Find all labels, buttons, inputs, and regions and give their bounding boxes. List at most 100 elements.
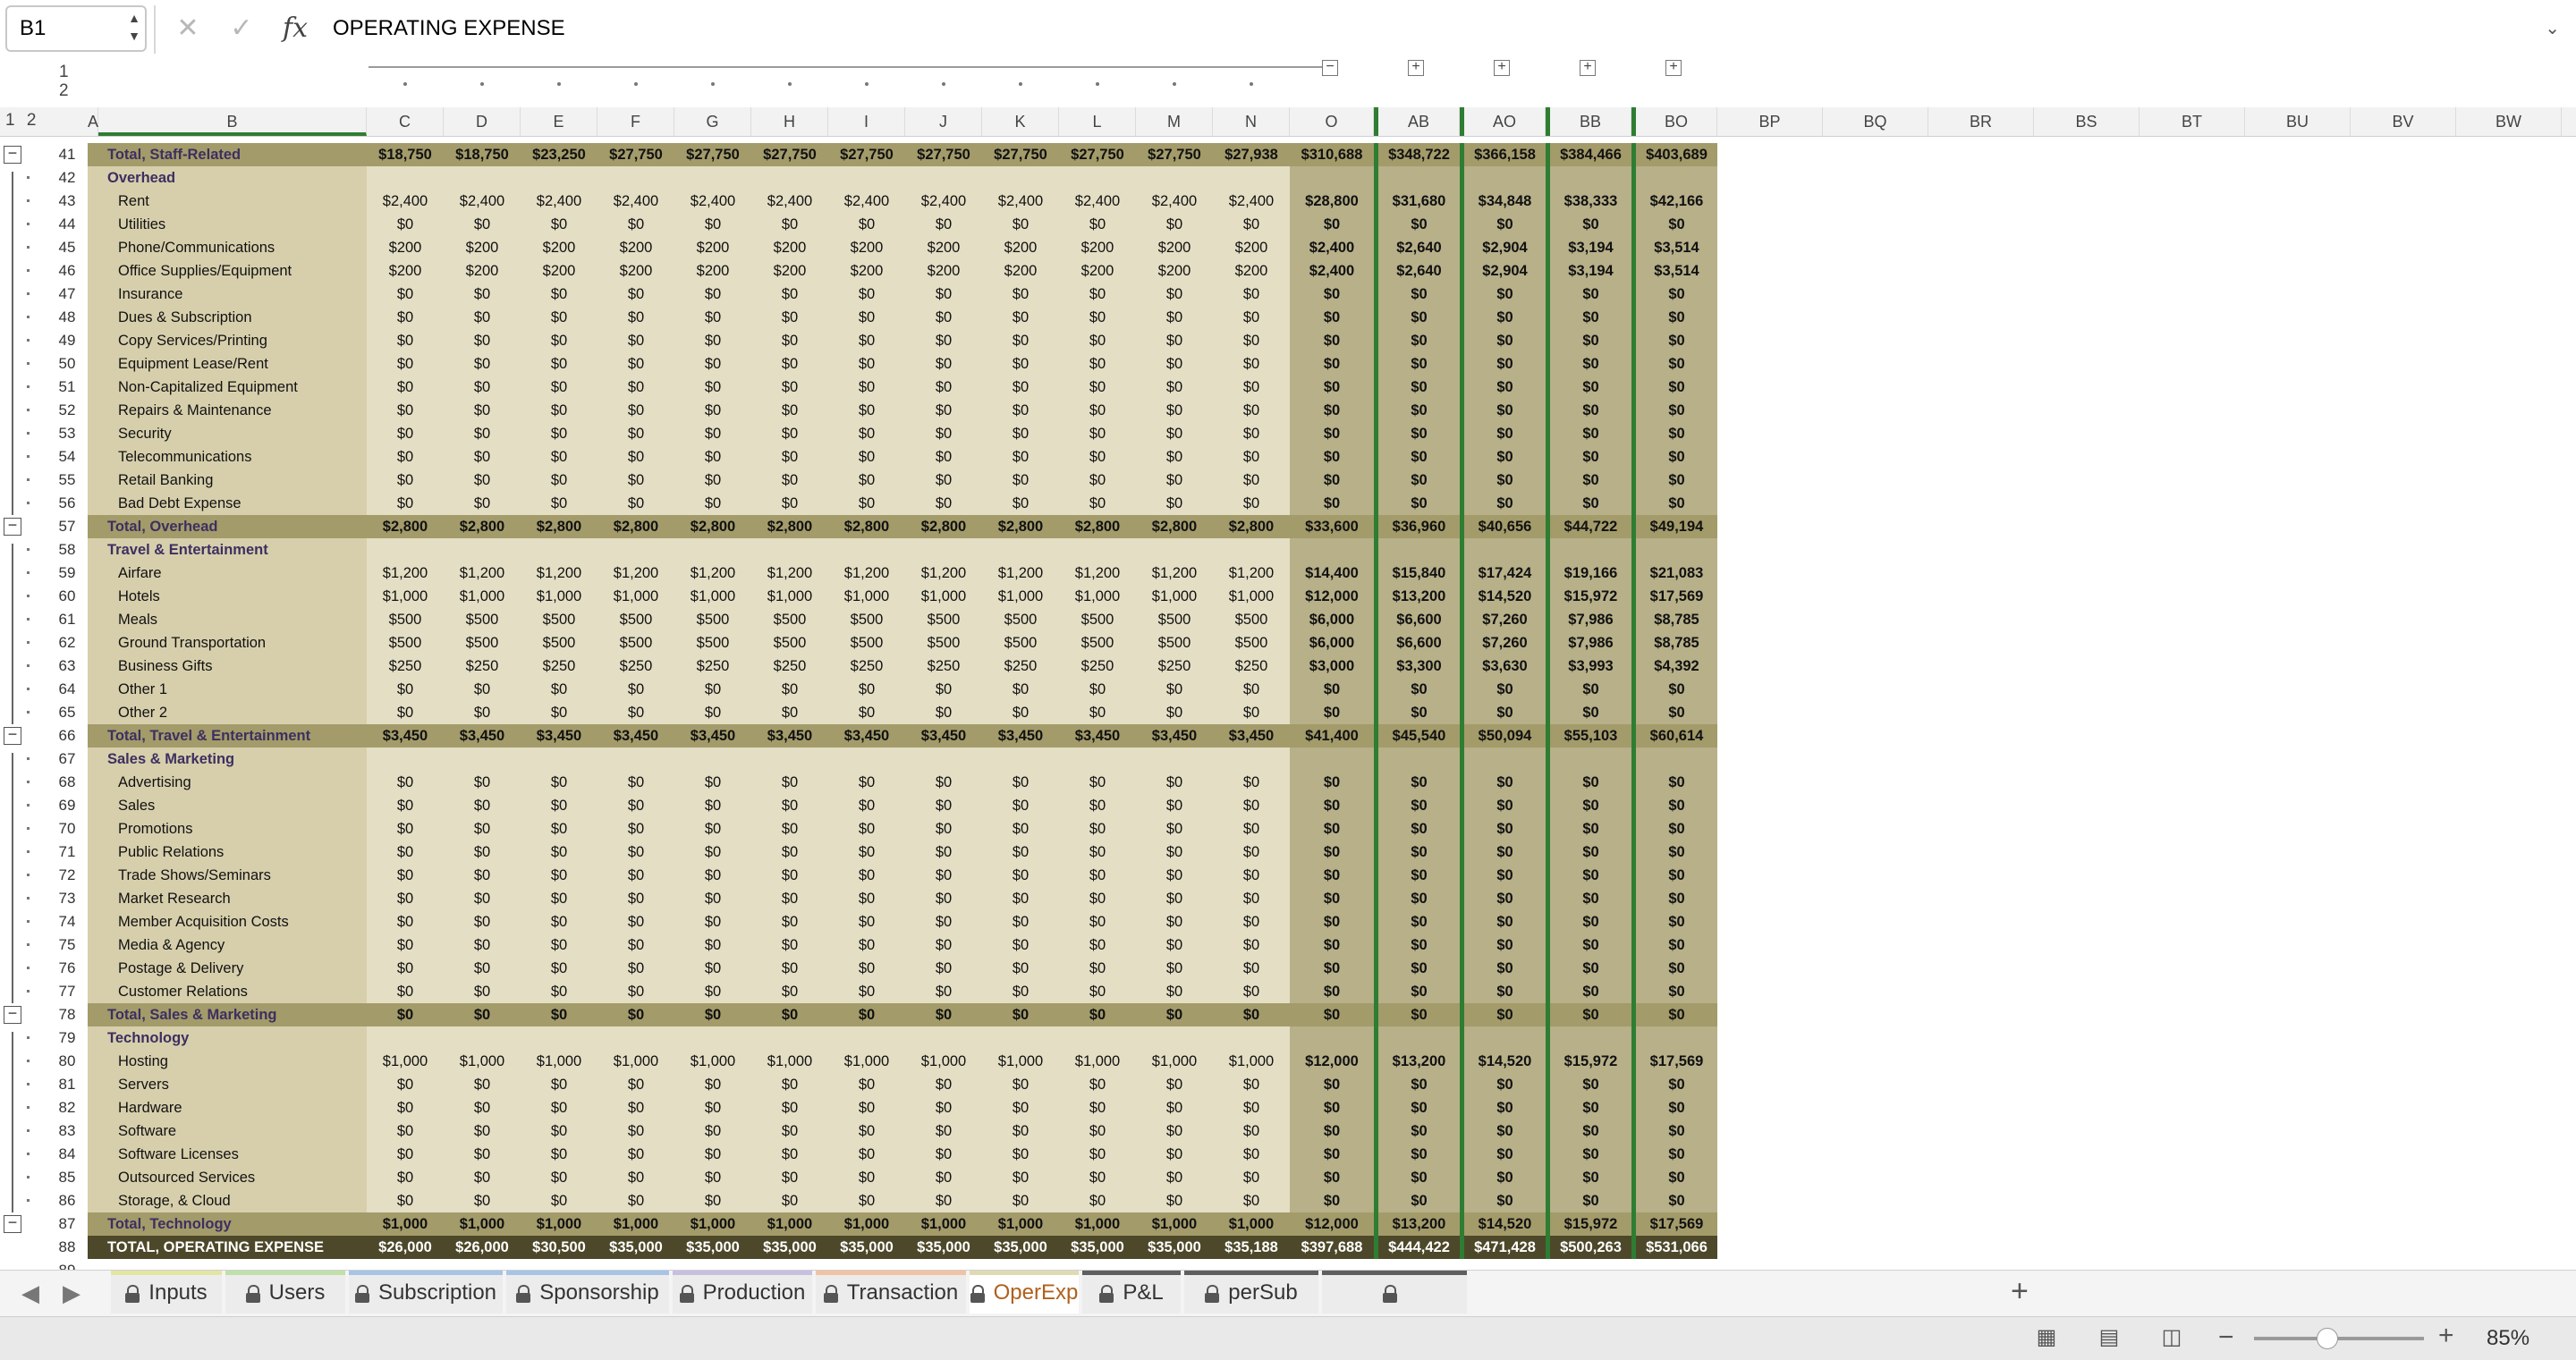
- annual-value-cell[interactable]: [1374, 166, 1460, 190]
- month-value-cell[interactable]: $0: [1136, 1073, 1213, 1096]
- sheet-tab-persub[interactable]: perSub: [1184, 1271, 1318, 1314]
- month-value-cell[interactable]: $2,800: [521, 515, 597, 538]
- month-value-cell[interactable]: $0: [1136, 1096, 1213, 1119]
- month-value-cell[interactable]: $0: [828, 306, 905, 329]
- month-value-cell[interactable]: $0: [828, 957, 905, 980]
- month-value-cell[interactable]: $3,450: [444, 724, 521, 748]
- column-header-bb[interactable]: BB: [1546, 107, 1631, 136]
- month-value-cell[interactable]: $0: [982, 1003, 1059, 1026]
- annual-value-cell[interactable]: $0: [1631, 1073, 1717, 1096]
- column-header-br[interactable]: BR: [1928, 107, 2034, 136]
- month-value-cell[interactable]: $0: [444, 1096, 521, 1119]
- annual-value-cell[interactable]: $0: [1546, 1166, 1631, 1189]
- month-value-cell[interactable]: $0: [982, 701, 1059, 724]
- month-value-cell[interactable]: $1,000: [444, 1212, 521, 1236]
- annual-value-cell[interactable]: $0: [1546, 1143, 1631, 1166]
- cell-a[interactable]: [88, 631, 98, 655]
- row-label[interactable]: Office Supplies/Equipment: [98, 259, 367, 283]
- month-value-cell[interactable]: $200: [367, 236, 444, 259]
- month-value-cell[interactable]: $0: [905, 352, 982, 376]
- month-value-cell[interactable]: $0: [751, 283, 828, 306]
- cell-a[interactable]: [88, 1119, 98, 1143]
- month-value-cell[interactable]: $0: [521, 283, 597, 306]
- month-value-cell[interactable]: $0: [674, 1166, 751, 1189]
- month-value-cell[interactable]: $1,000: [905, 585, 982, 608]
- month-value-cell[interactable]: $0: [444, 1189, 521, 1212]
- month-value-cell[interactable]: $0: [1136, 864, 1213, 887]
- month-value-cell[interactable]: $0: [1213, 1166, 1290, 1189]
- month-value-cell[interactable]: $0: [1059, 817, 1136, 840]
- month-value-cell[interactable]: $0: [674, 1143, 751, 1166]
- month-value-cell[interactable]: $2,800: [597, 515, 674, 538]
- annual-value-cell[interactable]: $55,103: [1546, 724, 1631, 748]
- month-value-cell[interactable]: $0: [1136, 887, 1213, 910]
- month-value-cell[interactable]: $200: [905, 236, 982, 259]
- month-value-cell[interactable]: $0: [597, 701, 674, 724]
- month-value-cell[interactable]: $0: [367, 492, 444, 515]
- month-value-cell[interactable]: $0: [1213, 1189, 1290, 1212]
- month-value-cell[interactable]: $0: [597, 771, 674, 794]
- sheet-tab-users[interactable]: Users: [225, 1271, 345, 1314]
- month-value-cell[interactable]: $2,400: [674, 190, 751, 213]
- month-value-cell[interactable]: $0: [674, 283, 751, 306]
- row-number[interactable]: 83: [47, 1119, 88, 1143]
- month-value-cell[interactable]: $0: [905, 1073, 982, 1096]
- collapse-rows-icon[interactable]: −: [4, 1214, 21, 1233]
- row-label[interactable]: Software Licenses: [98, 1143, 367, 1166]
- cell-a[interactable]: [88, 422, 98, 445]
- cell-a[interactable]: [88, 515, 98, 538]
- row-label[interactable]: Hosting: [98, 1050, 367, 1073]
- month-value-cell[interactable]: $0: [828, 771, 905, 794]
- month-value-cell[interactable]: $26,000: [444, 1236, 521, 1259]
- annual-value-cell[interactable]: $0: [1290, 1166, 1374, 1189]
- annual-value-cell[interactable]: $0: [1460, 957, 1546, 980]
- annual-value-cell[interactable]: $0: [1290, 1003, 1374, 1026]
- month-value-cell[interactable]: $0: [444, 864, 521, 887]
- month-value-cell[interactable]: $1,000: [1059, 585, 1136, 608]
- annual-value-cell[interactable]: $0: [1631, 445, 1717, 469]
- month-value-cell[interactable]: $0: [521, 213, 597, 236]
- month-value-cell[interactable]: $0: [444, 283, 521, 306]
- month-value-cell[interactable]: $0: [674, 306, 751, 329]
- month-value-cell[interactable]: $2,800: [1213, 515, 1290, 538]
- month-value-cell[interactable]: $3,450: [1059, 724, 1136, 748]
- month-value-cell[interactable]: $0: [674, 329, 751, 352]
- month-value-cell[interactable]: $200: [367, 259, 444, 283]
- row-label[interactable]: Promotions: [98, 817, 367, 840]
- month-value-cell[interactable]: $2,800: [982, 515, 1059, 538]
- annual-value-cell[interactable]: $0: [1460, 492, 1546, 515]
- month-value-cell[interactable]: $0: [444, 329, 521, 352]
- month-value-cell[interactable]: $0: [597, 794, 674, 817]
- month-value-cell[interactable]: $1,000: [444, 585, 521, 608]
- month-value-cell[interactable]: $18,750: [444, 143, 521, 166]
- month-value-cell[interactable]: [1136, 166, 1213, 190]
- month-value-cell[interactable]: $500: [1136, 631, 1213, 655]
- sheet-tab-subscription[interactable]: Subscription: [349, 1271, 503, 1314]
- month-value-cell[interactable]: $30,500: [521, 1236, 597, 1259]
- month-value-cell[interactable]: $0: [1213, 469, 1290, 492]
- month-value-cell[interactable]: $0: [597, 910, 674, 933]
- prev-sheet-icon[interactable]: ◀: [21, 1280, 39, 1307]
- row-number[interactable]: 80: [47, 1050, 88, 1073]
- row-label[interactable]: Telecommunications: [98, 445, 367, 469]
- month-value-cell[interactable]: $0: [751, 701, 828, 724]
- cell-a[interactable]: [88, 957, 98, 980]
- annual-value-cell[interactable]: $3,194: [1546, 259, 1631, 283]
- month-value-cell[interactable]: [1059, 538, 1136, 562]
- annual-value-cell[interactable]: $0: [1460, 1096, 1546, 1119]
- month-value-cell[interactable]: $0: [674, 1003, 751, 1026]
- month-value-cell[interactable]: $0: [521, 492, 597, 515]
- annual-value-cell[interactable]: $0: [1460, 678, 1546, 701]
- outline-level-1-button[interactable]: 1: [59, 63, 69, 82]
- annual-value-cell[interactable]: $0: [1631, 376, 1717, 399]
- month-value-cell[interactable]: $0: [521, 794, 597, 817]
- annual-value-cell[interactable]: $6,600: [1374, 631, 1460, 655]
- cell-a[interactable]: [88, 910, 98, 933]
- month-value-cell[interactable]: $2,800: [828, 515, 905, 538]
- annual-value-cell[interactable]: $0: [1631, 1003, 1717, 1026]
- month-value-cell[interactable]: $35,000: [905, 1236, 982, 1259]
- month-value-cell[interactable]: [597, 538, 674, 562]
- annual-value-cell[interactable]: $310,688: [1290, 143, 1374, 166]
- annual-value-cell[interactable]: $0: [1460, 469, 1546, 492]
- row-label[interactable]: Utilities: [98, 213, 367, 236]
